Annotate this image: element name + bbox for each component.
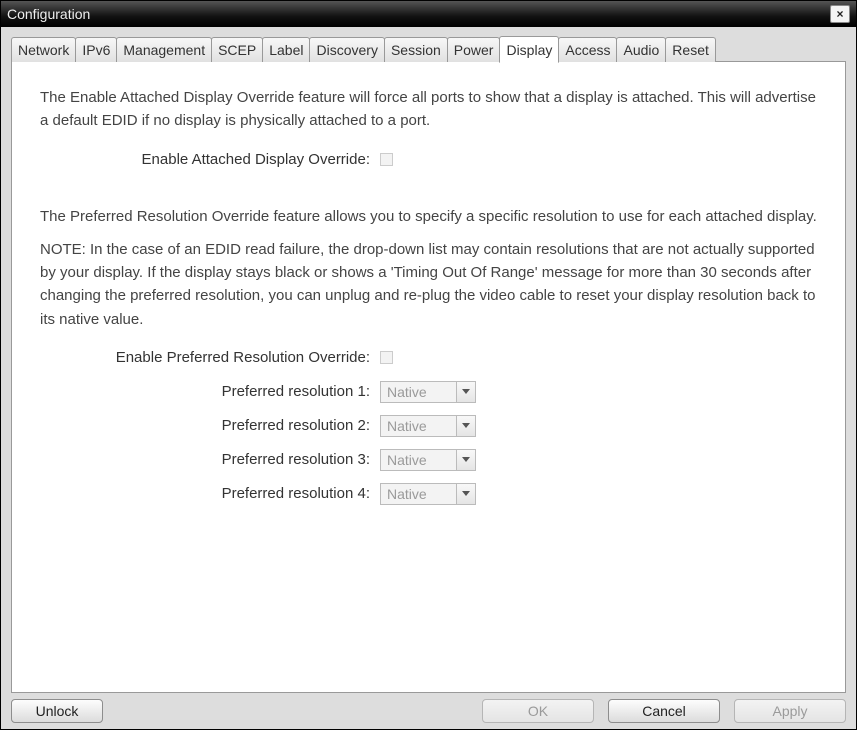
- preferred-resolution-label-3: Preferred resolution 3:: [40, 451, 380, 468]
- preferred-resolution-value-4: Native: [381, 484, 456, 504]
- ok-button[interactable]: OK: [482, 699, 594, 723]
- tab-audio[interactable]: Audio: [616, 37, 666, 62]
- tab-label: Access: [565, 42, 610, 58]
- tab-management[interactable]: Management: [116, 37, 212, 62]
- tab-label: Label: [269, 42, 303, 58]
- preferred-resolution-row-1: Preferred resolution 1:Native: [40, 375, 817, 409]
- preferred-resolution-select-4[interactable]: Native: [380, 483, 476, 505]
- tab-scep[interactable]: SCEP: [211, 37, 263, 62]
- tab-power[interactable]: Power: [447, 37, 501, 62]
- chevron-down-icon: [456, 484, 475, 504]
- preferred-resolution-value-1: Native: [381, 382, 456, 402]
- preferred-override-row: Enable Preferred Resolution Override:: [40, 341, 817, 375]
- apply-button[interactable]: Apply: [734, 699, 846, 723]
- preferred-resolution-value-3: Native: [381, 450, 456, 470]
- preferred-resolution-label-4: Preferred resolution 4:: [40, 485, 380, 502]
- tab-label: Session: [391, 42, 441, 58]
- preferred-resolution-value-2: Native: [381, 416, 456, 436]
- tab-label: Reset: [672, 42, 709, 58]
- close-button[interactable]: ×: [830, 5, 850, 23]
- tab-label: Discovery: [316, 42, 377, 58]
- preferred-resolution-row-4: Preferred resolution 4:Native: [40, 477, 817, 511]
- preferred-resolution-note: NOTE: In the case of an EDID read failur…: [40, 238, 817, 331]
- attached-override-checkbox[interactable]: [380, 153, 393, 166]
- attached-override-description: The Enable Attached Display Override fea…: [40, 86, 817, 133]
- preferred-override-label: Enable Preferred Resolution Override:: [40, 349, 380, 366]
- tab-label: Management: [123, 42, 205, 58]
- preferred-resolution-select-3[interactable]: Native: [380, 449, 476, 471]
- client-area: Network IPv6 Management SCEP Label Discovery S…: [1, 27, 856, 729]
- preferred-resolution-row-2: Preferred resolution 2:Native: [40, 409, 817, 443]
- config-window: Configuration × Network IPv6 Management SCE…: [0, 0, 857, 730]
- tab-label: Display: [506, 42, 552, 58]
- preferred-override-checkbox[interactable]: [380, 351, 393, 364]
- tab-strip: Network IPv6 Management SCEP Label Discovery S…: [11, 35, 846, 62]
- window-title: Configuration: [7, 6, 830, 22]
- title-bar: Configuration ×: [1, 1, 856, 27]
- cancel-button[interactable]: Cancel: [608, 699, 720, 723]
- unlock-button[interactable]: Unlock: [11, 699, 103, 723]
- tab-access[interactable]: Access: [558, 37, 617, 62]
- chevron-down-icon: [456, 382, 475, 402]
- attached-override-label: Enable Attached Display Override:: [40, 151, 380, 168]
- preferred-resolution-row-3: Preferred resolution 3:Native: [40, 443, 817, 477]
- tab-label: IPv6: [82, 42, 110, 58]
- close-icon: ×: [836, 8, 843, 20]
- preferred-resolution-label-1: Preferred resolution 1:: [40, 383, 380, 400]
- tab-label: Audio: [623, 42, 659, 58]
- tab-label: Power: [454, 42, 494, 58]
- button-bar: Unlock OK Cancel Apply: [11, 693, 846, 723]
- tab-label: SCEP: [218, 42, 256, 58]
- preferred-resolution-label-2: Preferred resolution 2:: [40, 417, 380, 434]
- tab-display[interactable]: Display: [499, 36, 559, 63]
- tab-network[interactable]: Network: [11, 37, 76, 62]
- preferred-resolution-select-2[interactable]: Native: [380, 415, 476, 437]
- tab-label: Network: [18, 42, 69, 58]
- attached-override-row: Enable Attached Display Override:: [40, 143, 817, 177]
- chevron-down-icon: [456, 450, 475, 470]
- chevron-down-icon: [456, 416, 475, 436]
- tab-ipv6[interactable]: IPv6: [75, 37, 117, 62]
- preferred-resolution-select-1[interactable]: Native: [380, 381, 476, 403]
- tab-pane-display: The Enable Attached Display Override fea…: [11, 61, 846, 693]
- tab-discovery[interactable]: Discovery: [309, 37, 384, 62]
- preferred-resolution-description: The Preferred Resolution Override featur…: [40, 205, 817, 228]
- tab-label[interactable]: Label: [262, 37, 310, 62]
- tab-session[interactable]: Session: [384, 37, 448, 62]
- tab-reset[interactable]: Reset: [665, 37, 716, 62]
